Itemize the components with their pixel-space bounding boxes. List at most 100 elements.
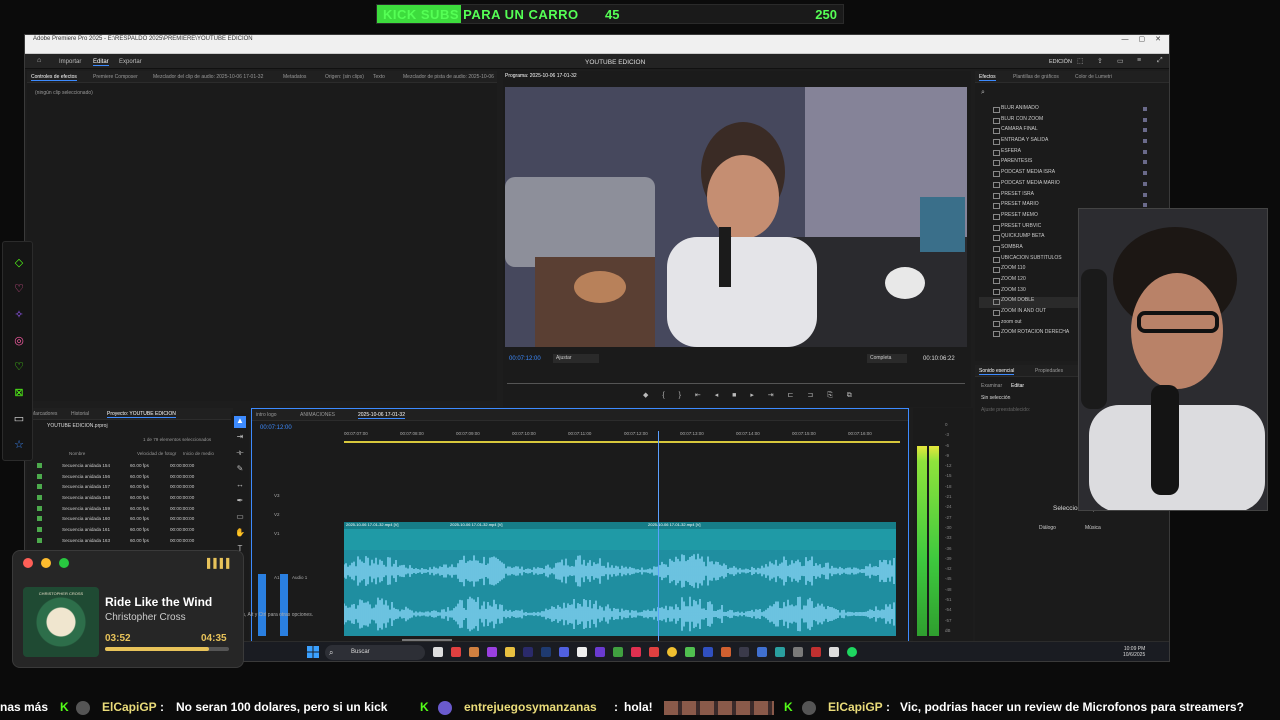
fullscreen-icon[interactable]: ⤢ (1157, 57, 1163, 65)
panel-tab[interactable]: Controles de efectos (31, 74, 77, 81)
discord-icon[interactable] (559, 647, 569, 657)
effect-preset-item[interactable]: PODCAST MEDIA ISRA (979, 169, 1159, 180)
transport-controls[interactable]: ◆ { } ⇤ ◂ ■ ▸ ⇥ ⊏ ⊐ ⎘ ⧉ (643, 391, 858, 400)
panel-tab[interactable]: intro logo (256, 412, 277, 418)
panel-tab[interactable]: Efectos (979, 74, 996, 81)
slip-icon[interactable]: ↔ (234, 480, 246, 492)
pen-icon[interactable]: ✒ (234, 496, 246, 508)
photoshop-icon[interactable] (541, 647, 551, 657)
app-icon-6[interactable] (613, 647, 623, 657)
panel-tab[interactable]: Origen: (sin clips) (325, 74, 364, 80)
panel-tab[interactable]: Mezclador de pista de audio: 2025-10-06 (403, 74, 494, 80)
app-icon-8[interactable] (649, 647, 659, 657)
panel-tab[interactable]: 2025-10-06 17-01-32 (358, 412, 405, 419)
chrome-icon[interactable] (667, 647, 677, 657)
nav-tab-editar[interactable]: Editar (93, 59, 109, 66)
tab-editar[interactable]: Editar (1011, 383, 1024, 389)
spotify-icon[interactable] (847, 647, 857, 657)
menu-icon[interactable]: ≡ (1137, 57, 1141, 64)
app-icon-11[interactable] (721, 647, 731, 657)
track-select-icon[interactable]: ⇥ (234, 432, 246, 444)
app-icon-17[interactable] (829, 647, 839, 657)
table-row[interactable]: Secuencia anidada 163 60.00 fps 00:00:00:0… (27, 535, 233, 546)
app-icon-14[interactable] (775, 647, 785, 657)
app-icon-9[interactable] (685, 647, 695, 657)
table-row[interactable]: Secuencia anidada 161 60.00 fps 00:00:00:0… (27, 524, 233, 535)
music-button[interactable]: Música (1085, 525, 1101, 531)
track-v1[interactable]: V1 (274, 531, 280, 536)
panel-tab[interactable]: Metadatos (283, 74, 306, 80)
playhead[interactable] (658, 431, 659, 649)
audio-clip[interactable] (344, 550, 896, 636)
effect-preset-item[interactable]: PODCAST MEDIA MARIO (979, 180, 1159, 191)
quality-dropdown[interactable]: Completa (867, 354, 907, 363)
col-nombre[interactable]: Nombre (69, 451, 85, 456)
workspace-switcher[interactable]: EDICIÓN (1049, 59, 1072, 65)
dialog-button[interactable]: Diálogo (1039, 525, 1056, 531)
target-track-a1[interactable] (280, 574, 288, 636)
home-icon[interactable]: ⌂ (37, 57, 41, 64)
table-row[interactable]: Secuencia anidada 156 60.00 fps 00:00:00:0… (27, 471, 233, 482)
panel-tab[interactable]: Texto (373, 74, 385, 80)
program-video[interactable] (505, 87, 967, 347)
fit-dropdown[interactable]: Ajustar (553, 354, 599, 363)
program-timecode[interactable]: 00:07:12:00 (509, 356, 541, 362)
panel-tab[interactable]: Proyecto: YOUTUBE EDICION (107, 411, 176, 418)
app-icon-2[interactable] (469, 647, 479, 657)
rectangle-icon[interactable]: ▭ (234, 512, 246, 524)
task-view-icon[interactable] (433, 647, 443, 657)
program-scrubber[interactable] (507, 383, 965, 384)
panel-tab[interactable]: Premiere Composer (93, 74, 138, 80)
minimize-button[interactable]: — (1122, 36, 1129, 43)
track-v3[interactable]: V3 (274, 493, 280, 498)
export-icon[interactable]: ⇪ (1097, 57, 1103, 65)
table-row[interactable]: Secuencia anidada 160 60.00 fps 00:00:00:0… (27, 513, 233, 524)
app-icon-1[interactable] (451, 647, 461, 657)
table-row[interactable]: Secuencia anidada 158 60.00 fps 00:00:00:0… (27, 492, 233, 503)
effect-preset-item[interactable]: BLUR CON ZOOM (979, 116, 1159, 127)
app-icon-5[interactable] (595, 647, 605, 657)
table-row[interactable]: Secuencia anidada 154 60.00 fps 00:00:00:0… (27, 460, 233, 471)
premiere-icon[interactable] (523, 647, 533, 657)
razor-icon[interactable]: ✎ (234, 464, 246, 476)
effect-preset-item[interactable]: BLUR ANIMADO (979, 105, 1159, 116)
panel-tab[interactable]: Marcadores (31, 411, 57, 417)
app-icon-10[interactable] (703, 647, 713, 657)
source-patch-a1[interactable] (258, 574, 266, 636)
video-clip[interactable]: 2025-10-06 17-01-32.mp4 [V] 2025-10-06 1… (344, 522, 896, 550)
effect-preset-item[interactable]: PRESET ISRA (979, 191, 1159, 202)
panel-tab[interactable]: ANIMACIONES (300, 412, 335, 418)
windows-start-icon[interactable] (307, 646, 319, 658)
col-fps[interactable]: Velocidad de fotogr (137, 451, 176, 456)
share-icon[interactable]: ⬚ (1077, 57, 1084, 65)
nav-tab-importar[interactable]: Importar (59, 59, 81, 65)
close-button[interactable]: ✕ (1155, 36, 1161, 43)
taskbar-clock[interactable]: 10:09 PM 10/6/2025 (1123, 646, 1145, 658)
app-icon-13[interactable] (757, 647, 767, 657)
app-icon-12[interactable] (739, 647, 749, 657)
effect-preset-item[interactable]: ESFERA (979, 148, 1159, 159)
tab-examinar[interactable]: Examinar (981, 383, 1002, 389)
maximize-button[interactable]: ▢ (1139, 36, 1146, 43)
taskbar-search[interactable]: Buscar (325, 645, 425, 660)
timeline-timecode[interactable]: 00:07:12:00 (260, 425, 292, 431)
col-inicio[interactable]: Inicio de medio (183, 451, 214, 456)
search-icon[interactable]: ⌕ (981, 89, 985, 97)
hand-icon[interactable]: ✋ (234, 528, 246, 540)
effect-preset-item[interactable]: CAMARA FINAL (979, 126, 1159, 137)
track-a1[interactable]: A1 (274, 575, 280, 580)
panel-tab[interactable]: Plantillas de gráficos (1013, 74, 1059, 80)
quick-export-icon[interactable]: ▭ (1117, 57, 1124, 65)
track-v2[interactable]: V2 (274, 512, 280, 517)
panel-tab[interactable]: Mezclador del clip de audio: 2025-10-06 … (153, 74, 263, 80)
ripple-edit-icon[interactable]: ⟛ (234, 448, 246, 460)
app-icon-16[interactable] (811, 647, 821, 657)
nav-tab-exportar[interactable]: Exportar (119, 59, 142, 65)
app-icon-7[interactable] (631, 647, 641, 657)
panel-tab[interactable]: Propiedades (1035, 368, 1063, 374)
app-icon-4[interactable] (577, 647, 587, 657)
selection-tool-icon[interactable]: ▲ (234, 416, 246, 428)
app-icon-3[interactable] (487, 647, 497, 657)
table-row[interactable]: Secuencia anidada 159 60.00 fps 00:00:00:0… (27, 503, 233, 514)
file-explorer-icon[interactable] (505, 647, 515, 657)
